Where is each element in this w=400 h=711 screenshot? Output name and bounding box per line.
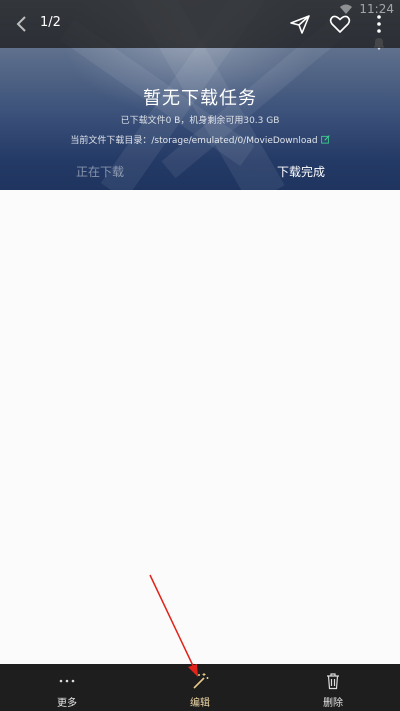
edit-magic-icon	[193, 673, 209, 689]
delete-button[interactable]: 删除	[293, 664, 373, 711]
image-viewer-bar: 1/2 11:24	[0, 0, 400, 48]
heart-icon[interactable]	[328, 12, 352, 36]
edit-dir-icon[interactable]	[320, 135, 330, 144]
status-time: 11:24	[359, 2, 394, 16]
more-button[interactable]: 更多	[27, 664, 107, 711]
edit-button[interactable]: 编辑	[160, 664, 240, 711]
more-label: 更多	[57, 698, 77, 709]
download-dir-row[interactable]: 当前文件下载目录：/storage/emulated/0/MovieDownlo…	[0, 133, 400, 146]
more-dots-icon	[59, 679, 75, 683]
empty-title: 暂无下载任务	[143, 88, 257, 109]
download-dir-label: 当前文件下载目录：	[70, 136, 152, 146]
bottom-toolbar: 更多 编辑 删除	[0, 664, 400, 711]
storage-usage: 已下载文件0 B，机身剩余可用30.3 GB	[120, 116, 280, 126]
back-icon[interactable]	[8, 10, 36, 38]
edit-label: 编辑	[190, 698, 210, 709]
wifi-icon	[340, 4, 352, 14]
share-icon[interactable]	[288, 12, 312, 36]
tab-downloading[interactable]: 正在下载	[76, 163, 124, 180]
download-dir-path: /storage/emulated/0/MovieDownload	[151, 136, 318, 146]
trash-icon	[327, 673, 339, 690]
delete-label: 删除	[323, 698, 343, 709]
tab-download-complete[interactable]: 下载完成	[277, 163, 325, 180]
image-counter: 1/2	[40, 15, 61, 30]
